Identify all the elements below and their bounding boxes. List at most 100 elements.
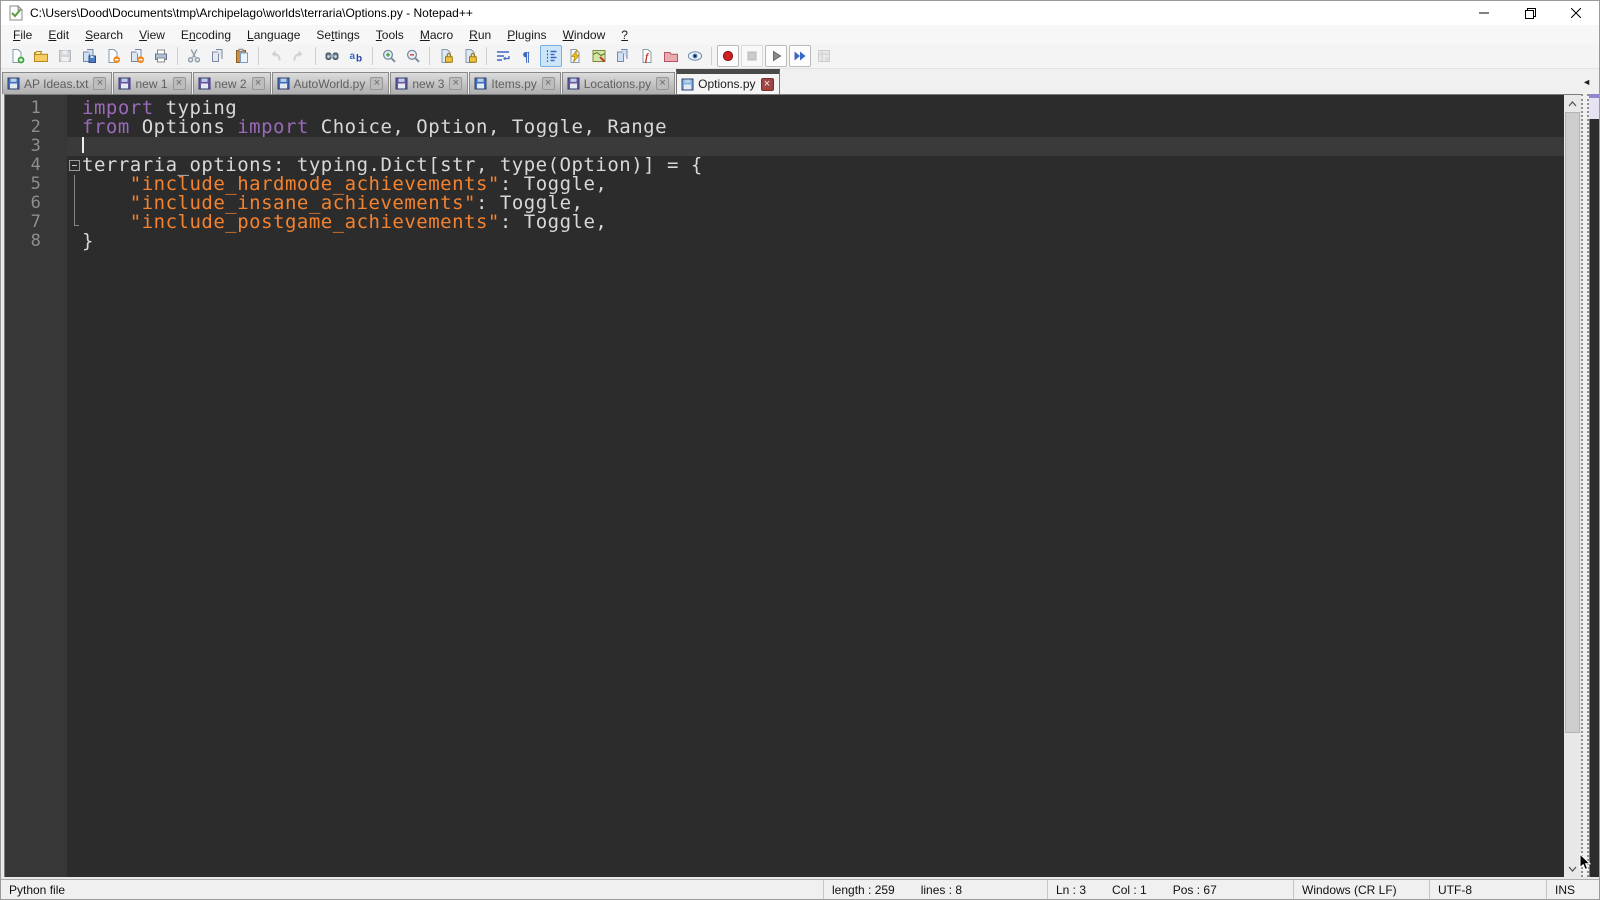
tab-close-icon[interactable]: ×	[541, 77, 555, 90]
tab-ap-ideas-txt[interactable]: AP Ideas.txt ×	[2, 72, 113, 94]
menu-macro[interactable]: Macro	[412, 26, 461, 44]
print-icon	[155, 49, 167, 63]
code-line-7[interactable]: 7 "include_postgame_achievements": Toggl…	[5, 213, 1564, 232]
menu-plugins[interactable]: Plugins	[499, 26, 554, 44]
tab-close-icon[interactable]: ×	[656, 77, 670, 90]
menu-window[interactable]: Window	[555, 26, 614, 44]
show-all-characters-button[interactable]: ¶	[516, 45, 538, 67]
floppy-icon	[277, 77, 290, 90]
copy-button[interactable]	[207, 45, 229, 67]
status-eol-format: Windows (CR LF)	[1293, 880, 1429, 899]
menu-encoding[interactable]: Encoding	[173, 26, 239, 44]
tab-items-py[interactable]: Items.py ×	[469, 72, 561, 94]
sync-vertical-scrolling-button[interactable]	[435, 45, 457, 67]
view-splitter[interactable]	[1581, 94, 1589, 877]
tab-close-icon[interactable]: ×	[251, 77, 265, 90]
saved-floppy-icon	[681, 78, 694, 91]
zoom-out-button[interactable]	[402, 45, 424, 67]
print-button[interactable]	[150, 45, 172, 67]
tab-new-1[interactable]: new 1 ×	[113, 72, 192, 94]
zoom-in-icon	[382, 49, 396, 63]
menu-language[interactable]: Language	[239, 26, 308, 44]
minimize-button[interactable]	[1461, 1, 1507, 25]
toolbar: a b ¶ f	[1, 44, 1599, 69]
menu-?[interactable]: ?	[613, 26, 636, 44]
menu-bar: File Edit Search View Encoding Language Settin…	[1, 25, 1599, 44]
modified-floppy-icon	[118, 77, 131, 90]
close-icon	[108, 49, 121, 64]
svg-text:a: a	[350, 51, 356, 62]
menu-edit[interactable]: Edit	[40, 26, 77, 44]
floppy-icon	[395, 77, 408, 90]
menu-run[interactable]: Run	[461, 26, 499, 44]
modified-floppy-icon	[198, 77, 211, 90]
new-file-button[interactable]	[6, 45, 28, 67]
menu-tools[interactable]: Tools	[368, 26, 412, 44]
save-button	[54, 45, 76, 67]
menu-settings[interactable]: Settings	[308, 26, 367, 44]
scroll-up-arrow-icon[interactable]	[1564, 95, 1581, 112]
tab-close-icon[interactable]: ×	[370, 77, 384, 90]
vertical-scrollbar[interactable]	[1564, 94, 1581, 877]
folder-as-workspace-button[interactable]	[660, 45, 682, 67]
fold-collapse-icon[interactable]	[67, 156, 82, 175]
zoom-in-button[interactable]	[378, 45, 400, 67]
tab-options-py[interactable]: Options.py ×	[676, 69, 780, 94]
tab-close-icon[interactable]: ×	[449, 77, 463, 90]
floppy-icon	[474, 77, 487, 90]
close-button[interactable]	[102, 45, 124, 67]
code-line-8[interactable]: 8}	[5, 232, 1564, 251]
plugin-execute-button[interactable]	[564, 45, 586, 67]
code-line-2[interactable]: 2 from Options import Choice, Option, Tog…	[5, 118, 1564, 137]
macro-run-multiple-button[interactable]	[789, 45, 811, 67]
replace-button[interactable]: ab	[345, 45, 367, 67]
tab-close-icon[interactable]: ×	[93, 77, 107, 90]
menu-file[interactable]: File	[5, 26, 40, 44]
tab-new-2[interactable]: new 2 ×	[192, 72, 271, 94]
scrollbar-thumb[interactable]	[1565, 112, 1580, 733]
save-all-icon	[83, 49, 96, 63]
tab-close-icon[interactable]: ×	[760, 77, 774, 91]
close-all-button[interactable]	[126, 45, 148, 67]
macro-playback-button[interactable]	[765, 45, 787, 67]
code-text: from Options import Choice, Option, Togg…	[82, 116, 668, 138]
find-button[interactable]	[321, 45, 343, 67]
tab-scroll-left-arrow[interactable]: ◄	[1580, 75, 1593, 89]
tab-close-icon[interactable]: ×	[172, 77, 186, 90]
macro-save-button	[813, 45, 835, 67]
function-list-icon: f	[642, 49, 652, 64]
svg-text:b: b	[356, 54, 362, 65]
paste-button[interactable]	[231, 45, 253, 67]
monitoring-button[interactable]	[684, 45, 706, 67]
word-wrap-button[interactable]	[492, 45, 514, 67]
document-map-button[interactable]	[588, 45, 610, 67]
document-map-icon	[592, 50, 606, 63]
tab-new-3[interactable]: new 3 ×	[390, 72, 469, 94]
scrollbar-track[interactable]	[1564, 112, 1581, 860]
restore-button[interactable]	[1507, 1, 1553, 25]
function-list-button[interactable]: f	[636, 45, 658, 67]
tab-autoworld-py[interactable]: AutoWorld.py ×	[271, 72, 390, 94]
cut-button[interactable]	[183, 45, 205, 67]
status-typing-mode: INS	[1546, 880, 1599, 899]
status-length-lines: length : 259 lines : 8	[823, 880, 1047, 899]
document-list-button[interactable]	[612, 45, 634, 67]
toolbar-separator	[177, 47, 178, 65]
status-bar: Python file length : 259 lines : 8 Ln : …	[1, 879, 1599, 899]
status-pos: Pos : 67	[1172, 882, 1217, 897]
fold-margin	[67, 118, 82, 137]
status-lines: lines : 8	[920, 882, 963, 897]
macro-record-button[interactable]	[717, 45, 739, 67]
menu-search[interactable]: Search	[77, 26, 131, 44]
menu-view[interactable]: View	[131, 26, 173, 44]
open-button[interactable]	[30, 45, 52, 67]
sync-horizontal-scrolling-button[interactable]	[459, 45, 481, 67]
close-icon[interactable]	[1553, 1, 1599, 25]
editor[interactable]: 1 import typing 2 from Options import Choic…	[4, 94, 1564, 877]
show-indent-guide-button[interactable]	[540, 45, 562, 67]
tab-locations-py[interactable]: Locations.py ×	[561, 72, 676, 94]
fold-margin	[67, 213, 82, 232]
save-all-button[interactable]	[78, 45, 100, 67]
line-number: 3	[30, 136, 42, 156]
line-number: 4	[30, 155, 42, 175]
